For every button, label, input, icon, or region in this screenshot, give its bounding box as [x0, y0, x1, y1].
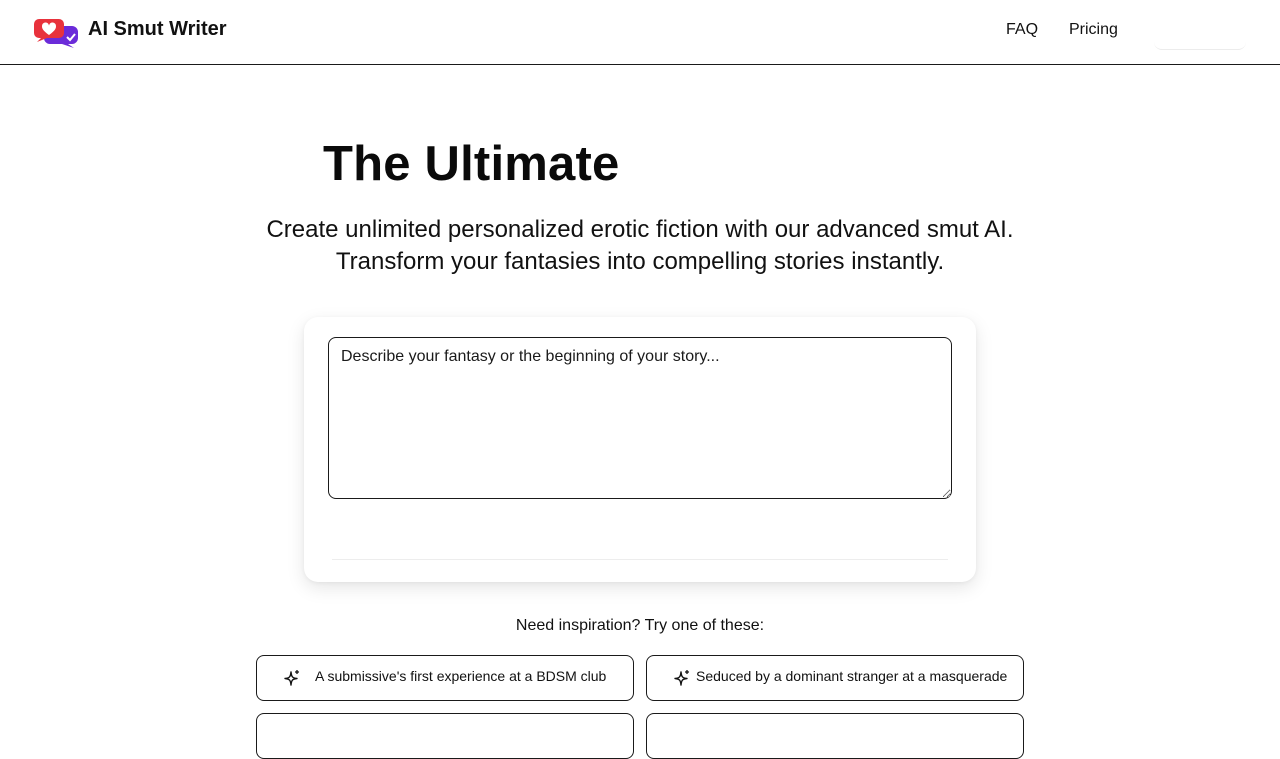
- sparkle-icon: [284, 670, 299, 686]
- sparkle-icon: [674, 670, 689, 686]
- inspiration-chip-label: Seduced by a dominant stranger at a masq…: [696, 668, 1008, 684]
- hero-subtitle-line-1: Create unlimited personalized erotic fic…: [266, 216, 1014, 243]
- card-divider: [332, 559, 948, 560]
- inspiration-heading: Need inspiration? Try one of these:: [515, 617, 765, 634]
- nav-link-faq[interactable]: FAQ: [1006, 21, 1038, 39]
- inspiration-chip-label: A submissive's first experience at a BDS…: [315, 668, 607, 684]
- page-title: The Ultimate: [323, 137, 620, 191]
- hero-subtitle-line-2: Transform your fantasies into compelling…: [335, 248, 945, 275]
- account-button[interactable]: [1154, 12, 1246, 50]
- story-prompt-input[interactable]: [328, 337, 952, 499]
- inspiration-chip[interactable]: Seduced by a dominant stranger at a masq…: [646, 655, 1024, 701]
- story-composer-card: [304, 317, 976, 582]
- chat-hearts-logo-icon[interactable]: [32, 16, 82, 48]
- inspiration-chip[interactable]: A submissive's first experience at a BDS…: [256, 655, 634, 701]
- top-navbar: AI Smut Writer FAQ Pricing: [0, 0, 1280, 65]
- brand-name[interactable]: AI Smut Writer: [88, 18, 227, 41]
- nav-link-pricing[interactable]: Pricing: [1069, 21, 1118, 39]
